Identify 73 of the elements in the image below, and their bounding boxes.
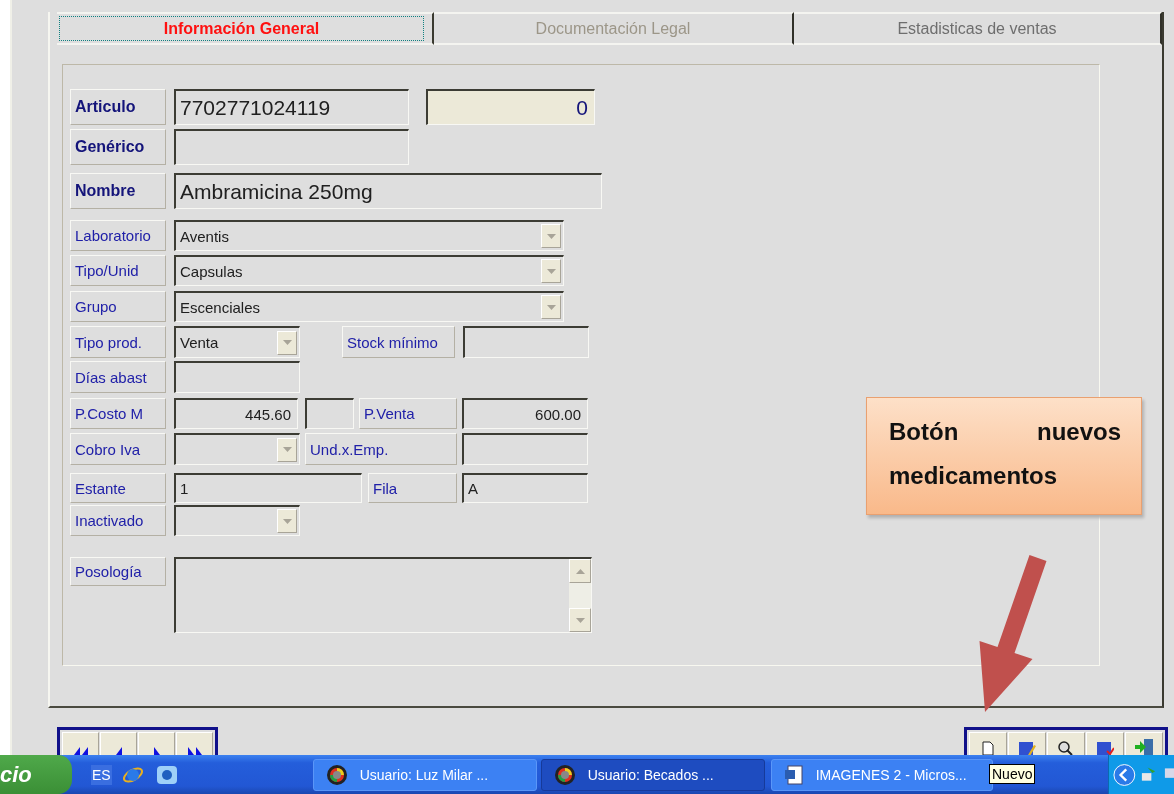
input-field[interactable]: [174, 129, 409, 165]
field-label: Und.x.Emp.: [305, 433, 457, 465]
caret-icon: [546, 304, 556, 310]
field-label: Grupo: [70, 291, 166, 322]
collapse-tray-icon[interactable]: [1113, 762, 1136, 787]
dropdown[interactable]: Aventis: [174, 220, 564, 251]
caret-icon: [282, 340, 292, 345]
previous-record-button[interactable]: [100, 732, 137, 755]
media-icon[interactable]: [155, 763, 178, 786]
input-field[interactable]: [305, 398, 354, 429]
check-icon: [1096, 741, 1114, 755]
input-field[interactable]: 445.60: [174, 398, 298, 429]
field-label: Fila: [368, 473, 457, 503]
input-field[interactable]: 1: [174, 473, 362, 503]
field-label: Estante: [70, 473, 166, 503]
dropdown[interactable]: [174, 505, 300, 536]
caret-icon: [546, 268, 556, 274]
taskbar-button[interactable]: Usuario: Becados ...: [540, 758, 765, 791]
app-icon: [325, 763, 348, 786]
tab[interactable]: Estadisticas de ventas: [794, 12, 1162, 45]
delete-button[interactable]: [1086, 732, 1124, 755]
input-field[interactable]: [174, 361, 300, 393]
dropdown[interactable]: Capsulas: [174, 255, 564, 286]
app-icon: [553, 763, 576, 786]
double-triangle-icon: [73, 747, 88, 755]
exit-button[interactable]: [1125, 732, 1163, 755]
dropdown[interactable]: Venta: [174, 326, 300, 358]
up-caret-icon: [575, 568, 585, 574]
field-label: P.Venta: [359, 398, 457, 429]
caret-icon: [546, 233, 556, 239]
field-label: Nombre: [70, 173, 166, 209]
input-field[interactable]: 600.00: [462, 398, 588, 429]
input-field[interactable]: Ambramicina 250mg: [174, 173, 602, 209]
document-icon: [783, 764, 804, 785]
field-label: Tipo/Unid: [70, 255, 166, 286]
field-label: Cobro Iva: [70, 433, 166, 465]
field-label: Inactivado: [70, 505, 166, 536]
counter-field: 0: [426, 89, 595, 125]
triangle-icon: [115, 747, 122, 755]
input-field[interactable]: 7702771024119: [174, 89, 409, 125]
field-label: Posología: [70, 557, 166, 586]
field-label: Tipo prod.: [70, 326, 166, 358]
caret-icon: [282, 447, 292, 452]
field-label: Días abast: [70, 361, 166, 393]
start-button[interactable]: cio: [0, 755, 72, 794]
triangle-icon: [153, 747, 160, 755]
field-label: Articulo: [70, 89, 166, 125]
field-label: Genérico: [70, 129, 166, 165]
field-label: P.Costo M: [70, 398, 166, 429]
double-triangle-icon: [187, 747, 202, 755]
edit-button[interactable]: [1008, 732, 1046, 755]
caret-icon: [282, 518, 292, 524]
taskbar-button[interactable]: IMAGENES 2 - Micros...: [770, 758, 993, 791]
field-label: Stock mínimo: [342, 326, 455, 358]
caret-icon: [575, 617, 585, 623]
input-field[interactable]: [463, 326, 589, 358]
search-icon: [1058, 741, 1074, 755]
new-document-button[interactable]: [969, 732, 1007, 755]
taskbar-button[interactable]: Usuario: Luz Milar ...: [312, 758, 537, 791]
search-button[interactable]: [1047, 732, 1085, 755]
dropdown[interactable]: [174, 433, 300, 465]
tooltip: Nuevo: [989, 764, 1036, 784]
pencil-icon: [1018, 741, 1036, 755]
field-label: Laboratorio: [70, 220, 166, 251]
first-record-button[interactable]: [62, 732, 99, 755]
exit-icon: [1134, 739, 1154, 755]
next-record-button[interactable]: [138, 732, 175, 755]
dropdown[interactable]: Escenciales: [174, 291, 564, 322]
input-field[interactable]: [462, 433, 588, 465]
input-field[interactable]: A: [462, 473, 588, 503]
last-record-button[interactable]: [176, 732, 213, 755]
callout-note: Botón nuevos medicamentos: [866, 397, 1142, 515]
language-indicator[interactable]: ES: [91, 764, 112, 785]
